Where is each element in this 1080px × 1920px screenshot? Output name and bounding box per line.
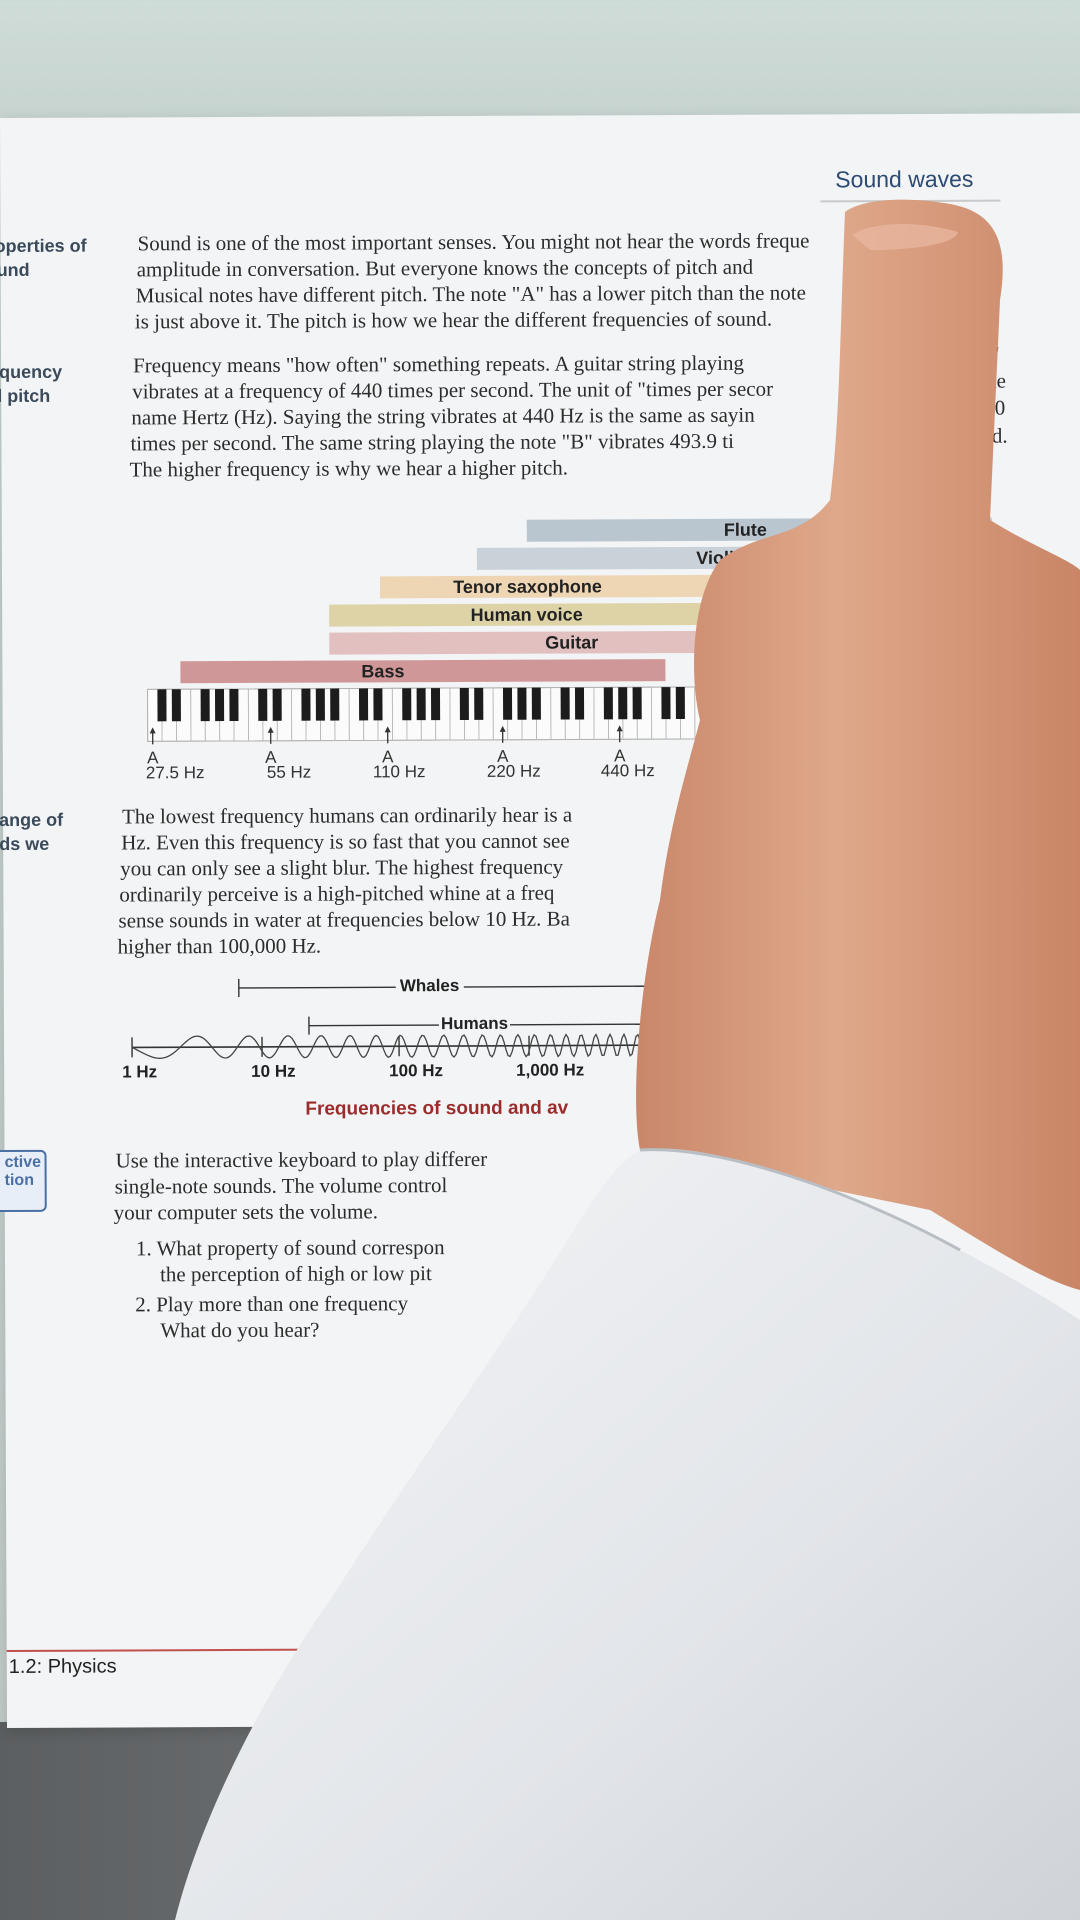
sleeve-cloth [175, 1148, 1080, 1920]
photo-scene: Sound waves operties of und quency l pit… [0, 0, 1080, 1920]
white-sleeve [175, 1148, 1080, 1920]
